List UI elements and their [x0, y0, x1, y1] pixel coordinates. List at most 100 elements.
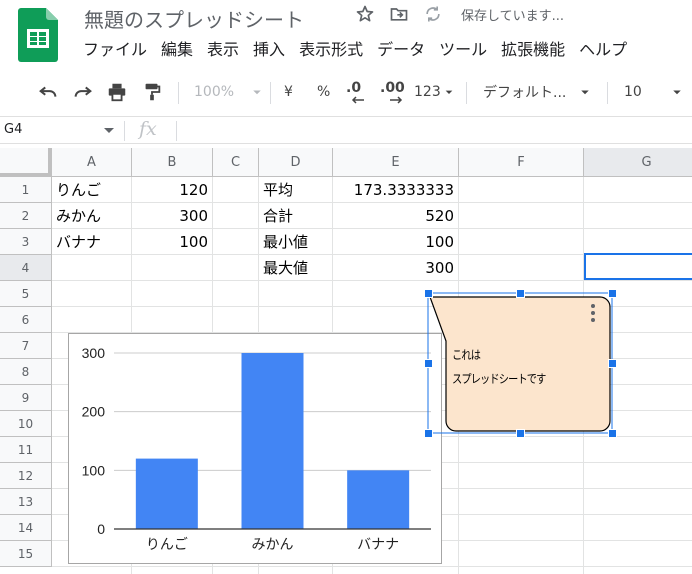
zoom-select[interactable]: 100%	[194, 80, 266, 104]
increase-decimal-label: .00	[380, 80, 405, 96]
star-icon[interactable]	[355, 4, 375, 24]
bar-chart[interactable]: 0 100 200 300 りんご みかん バナナ	[68, 333, 442, 564]
print-button[interactable]	[106, 80, 128, 104]
cell-e3[interactable]: 100	[337, 229, 454, 255]
row-header-3[interactable]: 3	[0, 229, 52, 255]
chart-y-tick-label: 200	[82, 404, 106, 420]
undo-icon	[39, 86, 57, 97]
save-status: 保存しています...	[461, 8, 565, 24]
cell-a1[interactable]: りんご	[56, 177, 127, 203]
row-header-13[interactable]: 13	[0, 489, 52, 515]
menu-view[interactable]: 表示	[200, 37, 246, 63]
cell-a2[interactable]: みかん	[56, 203, 127, 229]
currency-format-button[interactable]: ¥	[284, 80, 293, 104]
increase-decimal-button[interactable]: .00	[380, 80, 405, 104]
redo-icon	[74, 86, 92, 97]
redo-button[interactable]	[72, 80, 94, 104]
undo-button[interactable]	[37, 80, 59, 104]
font-size-select[interactable]: 10	[624, 80, 686, 104]
row-header-2[interactable]: 2	[0, 203, 52, 229]
chevron-down-icon	[673, 90, 681, 95]
resize-handle-sw[interactable]	[424, 429, 433, 438]
chart-y-tick-label: 300	[82, 345, 106, 361]
menu-file[interactable]: ファイル	[76, 37, 154, 63]
callout-line-1: これは	[452, 348, 481, 362]
cell-b1[interactable]: 120	[136, 177, 208, 203]
resize-handle-se[interactable]	[608, 429, 617, 438]
move-folder-icon[interactable]	[389, 4, 409, 24]
percent-label: %	[317, 84, 331, 100]
toolbar: 100% ¥ % .0 .00 123 デフォルト... 10	[0, 72, 692, 112]
column-header-c[interactable]: C	[213, 148, 259, 177]
cell-b2[interactable]: 300	[136, 203, 208, 229]
column-header-g[interactable]: G	[584, 148, 692, 177]
paint-format-button[interactable]	[141, 80, 163, 104]
formula-divider	[124, 121, 125, 141]
resize-handle-ne[interactable]	[608, 289, 617, 298]
chart-bar	[241, 353, 304, 529]
menu-help[interactable]: ヘルプ	[572, 37, 634, 63]
row-header-12[interactable]: 12	[0, 463, 52, 489]
name-box[interactable]: G4	[4, 122, 22, 137]
cell-e2[interactable]: 520	[337, 203, 454, 229]
row-header-7[interactable]: 7	[0, 333, 52, 359]
resize-handle-e[interactable]	[608, 359, 617, 368]
chart-x-tick-label: りんご	[146, 537, 188, 553]
number-format-label: 123	[414, 84, 441, 100]
paint-format-icon	[145, 83, 161, 101]
row-header-10[interactable]: 10	[0, 411, 52, 437]
cell-d4[interactable]: 最大値	[263, 255, 328, 281]
row-header-6[interactable]: 6	[0, 307, 52, 333]
row-header-1[interactable]: 1	[0, 177, 52, 203]
callout-drawing[interactable]: これは スプレッドシートです	[424, 289, 617, 438]
select-all-corner[interactable]	[0, 148, 52, 177]
percent-format-button[interactable]: %	[317, 80, 330, 104]
cell-d2[interactable]: 合計	[263, 203, 328, 229]
decrease-decimal-label: .0	[346, 80, 362, 96]
menu-tools[interactable]: ツール	[432, 37, 494, 63]
document-title[interactable]: 無題のスプレッドシート	[84, 4, 304, 33]
resize-handle-s[interactable]	[516, 429, 525, 438]
cell-d1[interactable]: 平均	[263, 177, 328, 203]
menu-data[interactable]: データ	[370, 37, 432, 63]
menu-insert[interactable]: 挿入	[246, 37, 292, 63]
chart-bar	[135, 458, 198, 529]
cell-e1[interactable]: 173.3333333	[337, 177, 454, 203]
cell-d3[interactable]: 最小値	[263, 229, 328, 255]
chevron-down-icon	[581, 90, 590, 95]
resize-handle-nw[interactable]	[424, 289, 433, 298]
cell-b3[interactable]: 100	[136, 229, 208, 255]
resize-handle-w[interactable]	[424, 359, 433, 368]
row-header-9[interactable]: 9	[0, 385, 52, 411]
font-family-select[interactable]: デフォルト...	[483, 80, 594, 104]
decrease-decimal-button[interactable]: .0	[346, 80, 366, 104]
column-header-b[interactable]: B	[132, 148, 213, 177]
zoom-value: 100%	[194, 84, 235, 100]
more-vert-icon[interactable]	[591, 304, 597, 325]
row-header-4[interactable]: 4	[0, 255, 52, 281]
menu-bar: ファイル 編集 表示 挿入 表示形式 データ ツール 拡張機能 ヘルプ	[76, 37, 634, 63]
column-header-f[interactable]: F	[459, 148, 584, 177]
menu-format[interactable]: 表示形式	[292, 37, 370, 63]
chart-bar	[347, 470, 410, 529]
number-format-select[interactable]: 123	[414, 80, 457, 104]
title-actions: 保存しています...	[355, 4, 564, 24]
cell-e4[interactable]: 300	[337, 255, 454, 281]
resize-handle-n[interactable]	[516, 289, 525, 298]
row-header-8[interactable]: 8	[0, 359, 52, 385]
row-header-5[interactable]: 5	[0, 281, 52, 307]
chevron-down-icon[interactable]	[104, 128, 114, 133]
menu-edit[interactable]: 編集	[154, 37, 200, 63]
sheets-logo-icon[interactable]	[18, 8, 58, 62]
chart-x-tick-label: みかん	[252, 537, 294, 553]
menu-extensions[interactable]: 拡張機能	[494, 37, 572, 63]
row-header-15[interactable]: 15	[0, 541, 52, 567]
row-header-14[interactable]: 14	[0, 515, 52, 541]
column-header-a[interactable]: A	[52, 148, 132, 177]
column-header-d[interactable]: D	[259, 148, 333, 177]
cell-a3[interactable]: バナナ	[56, 229, 127, 255]
column-header-e[interactable]: E	[333, 148, 459, 177]
active-cell-cursor	[584, 253, 692, 280]
chevron-down-icon	[253, 90, 261, 95]
row-header-11[interactable]: 11	[0, 437, 52, 463]
